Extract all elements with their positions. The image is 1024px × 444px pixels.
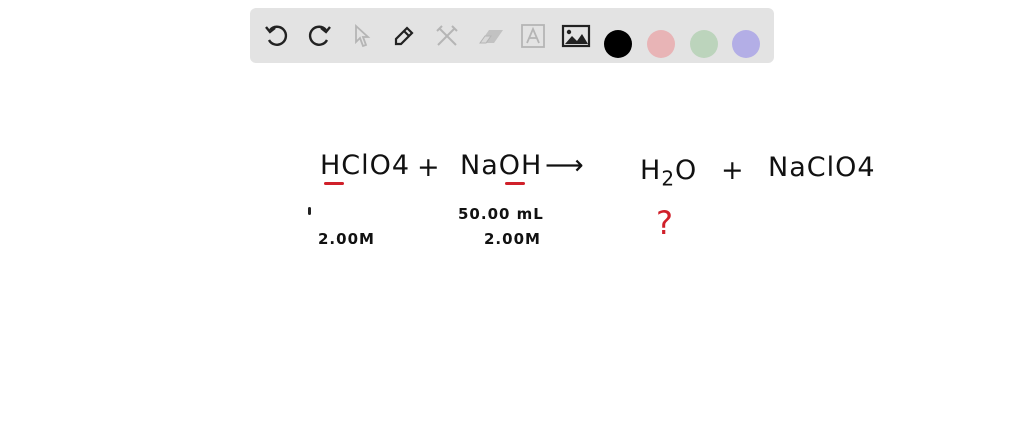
drawing-toolbar [250, 8, 774, 63]
tools-icon [436, 25, 458, 46]
color-purple[interactable] [732, 30, 760, 58]
color-green[interactable] [690, 30, 718, 58]
product-water: H2O [640, 155, 697, 190]
undo-button[interactable] [261, 20, 293, 52]
plus-sign: + [721, 155, 745, 186]
question-mark: ? [656, 204, 674, 242]
redo-button[interactable] [303, 20, 335, 52]
undo-icon [265, 25, 288, 46]
redo-icon [308, 25, 331, 46]
reaction-arrow: ⟶ [545, 150, 585, 181]
reactant-hclo4: HClO4 [320, 150, 411, 181]
hclo4-concentration: 2.00M [318, 230, 375, 248]
product-naclo4: NaClO4 [768, 152, 876, 183]
color-red[interactable] [647, 30, 675, 58]
color-black[interactable] [604, 30, 632, 58]
water-subscript: 2 [661, 166, 676, 191]
text-button[interactable] [517, 20, 549, 52]
select-icon [355, 23, 371, 48]
water-o: O [675, 155, 698, 186]
text-icon [521, 24, 545, 48]
oh-underline [505, 182, 525, 185]
pen-icon [394, 26, 414, 46]
h-underline [324, 182, 344, 185]
eraser-icon [479, 30, 503, 44]
cursor-dot [308, 207, 311, 215]
reactant-naoh: NaOH [460, 150, 543, 181]
water-h: H [640, 155, 662, 186]
pen-button[interactable] [388, 20, 420, 52]
select-button[interactable] [346, 20, 378, 52]
tools-button[interactable] [431, 20, 463, 52]
naoh-volume: 50.00 mL [458, 205, 544, 223]
naoh-concentration: 2.00M [484, 230, 541, 248]
plus-sign: + [417, 152, 441, 183]
image-button[interactable] [560, 20, 592, 52]
image-icon [561, 24, 591, 48]
eraser-button[interactable] [475, 20, 507, 52]
